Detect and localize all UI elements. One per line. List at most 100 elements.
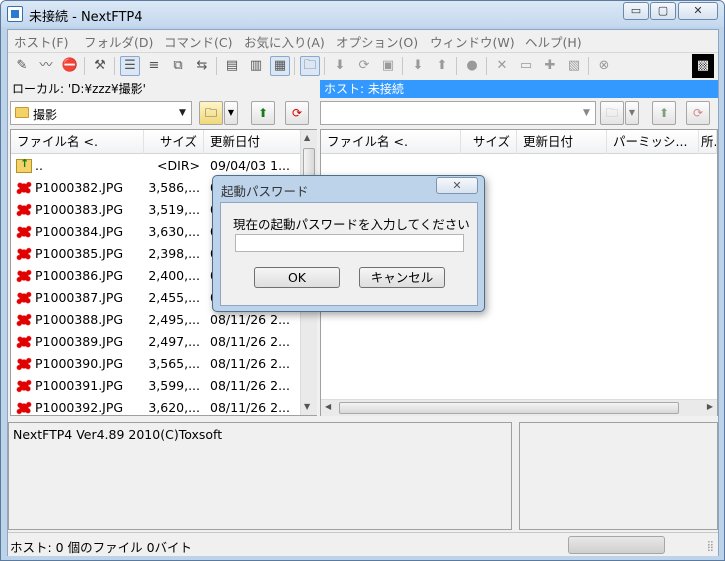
folder-open-icon: 🗀	[204, 106, 217, 120]
image-file-icon	[16, 269, 32, 283]
col-filename[interactable]: ファイル名 <.	[321, 130, 461, 154]
log-text: NextFTP4 Ver4.89 2010(C)Toxsoft	[13, 427, 223, 442]
binary-mode-icon[interactable]: ▥	[246, 56, 266, 76]
folder-open-icon: 🗀	[605, 106, 618, 120]
menu-window[interactable]: ウィンドウ(W)	[430, 32, 515, 51]
dialog-close-button[interactable]: ✕	[436, 177, 478, 194]
col-date[interactable]: 更新日付	[517, 130, 607, 154]
auto-mode-icon[interactable]: ▦	[270, 56, 290, 76]
table-row[interactable]: P1000390.JPG 3,565,... 08/11/26 2...	[11, 353, 301, 375]
file-name: P1000382.JPG	[35, 180, 124, 195]
open-folder-icon[interactable]: 🗀	[300, 56, 320, 76]
table-row[interactable]: P1000389.JPG 2,497,... 08/11/26 2...	[11, 331, 301, 353]
sort-view-icon[interactable]: ≡	[144, 56, 164, 76]
title-bar[interactable]: 未接続 - NextFTP4 ▭ ▢ ✕	[1, 1, 724, 27]
col-size[interactable]: サイズ	[461, 130, 517, 154]
menu-command[interactable]: コマンド(C)	[164, 32, 232, 51]
reload-icon[interactable]: ⟳	[354, 56, 374, 76]
menu-options[interactable]: オプション(O)	[336, 32, 418, 51]
disconnect-icon[interactable]: ⛔	[60, 56, 80, 76]
copy-folder-icon[interactable]: ⧉	[168, 56, 188, 76]
col-owner[interactable]: 所.	[699, 130, 717, 154]
menu-help[interactable]: ヘルプ(H)	[525, 32, 582, 51]
col-filename[interactable]: ファイル名 <.	[11, 130, 144, 154]
remote-parent-folder-button[interactable]: ⬆	[652, 101, 676, 125]
text-mode-icon[interactable]: ▤	[222, 56, 242, 76]
remote-refresh-button[interactable]: ⟳	[686, 101, 710, 125]
remote-folder-combo[interactable]: ▼	[320, 101, 596, 125]
col-size[interactable]: サイズ	[144, 130, 204, 154]
file-date: 08/11/26 2...	[210, 378, 290, 393]
file-size: 2,497,...	[148, 334, 200, 349]
local-list-header: ファイル名 <. サイズ 更新日付	[11, 130, 301, 154]
connect-icon[interactable]: ✎	[12, 56, 32, 76]
list-view-icon[interactable]: ☰	[120, 56, 140, 76]
file-name: P1000390.JPG	[35, 356, 124, 371]
arrow-up-icon[interactable]: ⬆	[432, 56, 452, 76]
file-date: 09/04/03 1...	[210, 158, 290, 173]
file-size: 3,586,...	[148, 180, 200, 195]
menu-favorites[interactable]: お気に入り(A)	[244, 32, 325, 51]
properties-icon[interactable]: ▧	[564, 56, 584, 76]
scroll-thumb[interactable]	[339, 402, 679, 414]
scroll-down-icon[interactable]: ▼	[304, 402, 310, 411]
ok-button[interactable]: OK	[254, 267, 340, 288]
table-row[interactable]: .. <DIR> 09/04/03 1...	[11, 155, 301, 177]
local-parent-folder-button[interactable]: ⬆	[251, 101, 275, 125]
remote-folder-dropdown-button[interactable]: ▼	[625, 101, 639, 125]
menu-host[interactable]: ホスト(F)	[14, 32, 68, 51]
app-icon	[7, 6, 23, 22]
sync-icon[interactable]: ⇆	[192, 56, 212, 76]
remote-open-folder-button[interactable]: 🗀	[600, 101, 624, 125]
password-prompt: 現在の起動パスワードを入力してください	[233, 217, 470, 232]
image-file-icon	[16, 225, 32, 239]
table-row[interactable]: P1000391.JPG 3,599,... 08/11/26 2...	[11, 375, 301, 397]
delete-icon[interactable]: ●	[462, 56, 482, 76]
password-input[interactable]	[235, 234, 464, 252]
settings-icon[interactable]: ⚒	[90, 56, 110, 76]
image-file-icon	[16, 357, 32, 371]
table-row[interactable]: P1000392.JPG 3,620,... 08/11/26 2...	[11, 397, 301, 419]
file-name: P1000383.JPG	[35, 202, 124, 217]
file-date: 08/11/26 2...	[210, 334, 290, 349]
log-pane[interactable]: NextFTP4 Ver4.89 2010(C)Toxsoft	[8, 422, 512, 530]
file-name: P1000385.JPG	[35, 246, 124, 261]
remote-path-label: ホスト: 未接続	[320, 80, 718, 98]
file-name: P1000391.JPG	[35, 378, 124, 393]
col-permission[interactable]: パーミッシ...	[607, 130, 699, 154]
new-folder-icon[interactable]: ✚	[540, 56, 560, 76]
image-file-icon	[16, 401, 32, 415]
scroll-left-icon[interactable]: ◀	[325, 402, 331, 411]
local-refresh-button[interactable]: ⟳	[285, 101, 309, 125]
folder-up-icon: ⬆	[658, 106, 670, 120]
local-path-label: ローカル: 'D:¥zzz¥撮影'	[8, 80, 314, 98]
resize-grip-icon[interactable]: ⣿	[707, 541, 714, 552]
refresh-icon: ⟳	[291, 106, 303, 120]
table-row[interactable]: P1000388.JPG 2,495,... 08/11/26 2...	[11, 309, 301, 331]
transfer-pane[interactable]	[519, 422, 718, 530]
download-icon[interactable]: ⬇	[330, 56, 350, 76]
parent-folder-icon	[16, 157, 32, 173]
remote-horizontal-scrollbar[interactable]: ◀ ▶	[321, 399, 717, 416]
quick-connect-icon[interactable]: 〰	[36, 56, 56, 76]
cut-icon[interactable]: ✕	[492, 56, 512, 76]
cancel-icon[interactable]: ⊗	[594, 56, 614, 76]
arrow-down-icon[interactable]: ⬇	[408, 56, 428, 76]
close-button[interactable]: ✕	[678, 2, 718, 20]
transfer-status-icon: ▩	[692, 54, 714, 78]
scroll-right-icon[interactable]: ▶	[707, 402, 713, 411]
stop-icon[interactable]: ▣	[378, 56, 398, 76]
file-size: 3,620,...	[148, 400, 200, 415]
minimize-button[interactable]: ▭	[623, 2, 649, 20]
local-folder-combo[interactable]: 撮影 ▼	[10, 101, 192, 125]
rename-icon[interactable]: ▭	[516, 56, 536, 76]
col-date[interactable]: 更新日付	[204, 130, 301, 154]
progress-bar	[568, 536, 665, 554]
menu-folder[interactable]: フォルダ(D)	[84, 32, 153, 51]
maximize-button[interactable]: ▢	[650, 2, 676, 20]
cancel-button[interactable]: キャンセル	[359, 267, 445, 288]
scroll-up-icon[interactable]: ▲	[304, 133, 310, 142]
local-open-folder-button[interactable]: 🗀	[199, 101, 223, 125]
file-size: <DIR>	[157, 158, 200, 173]
local-folder-dropdown-button[interactable]: ▼	[224, 101, 238, 125]
